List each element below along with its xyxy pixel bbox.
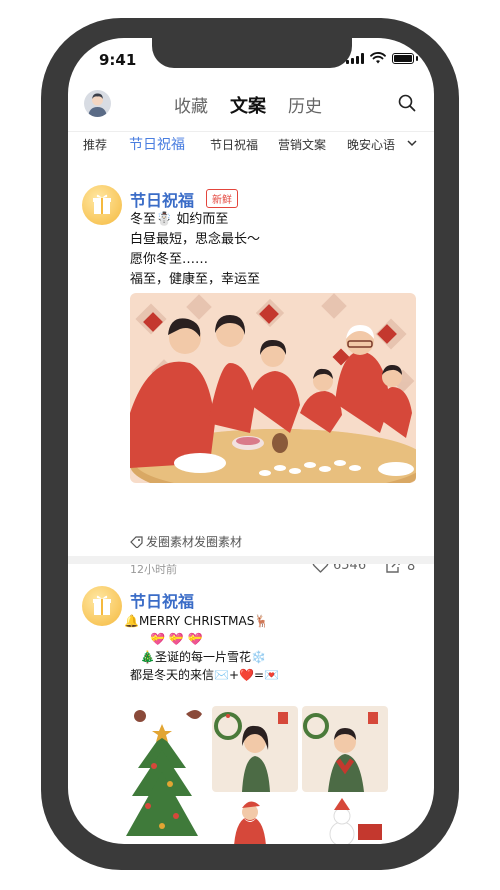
man-portrait-image[interactable] [302,706,388,792]
post-line: 白昼最短，思念最长～ [130,232,261,247]
notch [152,38,352,68]
category-marketing[interactable]: 营销文案 [278,136,326,153]
post-line: 冬至☃️ 如约而至 [130,212,229,227]
post-line: 愿你冬至…… [130,252,209,267]
category-goodnight[interactable]: 晚安心语 [347,136,395,153]
category-holiday-active[interactable]: 节日祝福 [129,134,185,154]
battery-icon [392,52,414,64]
status-time: 9:41 [99,51,137,69]
chevron-down-icon[interactable] [406,137,418,149]
category-holiday[interactable]: 节日祝福 [210,136,258,153]
tag-row[interactable]: 发圈素材发圈素材 [130,533,242,550]
app-screen: 9:41 收藏 文案 历史 推荐 节日祝福 节日祝福 营销文案 晚安心语 节日祝… [68,38,434,844]
top-header: 收藏 文案 历史 [68,88,434,126]
avatar[interactable] [84,90,111,117]
new-badge: 新鲜 [206,189,238,208]
category-bar: 推荐 节日祝福 节日祝福 营销文案 晚安心语 [68,131,434,158]
tab-history[interactable]: 历史 [288,92,322,118]
post-line: 💝 💝 💝 [150,632,203,646]
signal-icon [346,52,364,64]
tab-favorites[interactable]: 收藏 [174,92,208,118]
header-tabs: 收藏 文案 历史 [174,92,322,118]
snowman-image[interactable] [312,796,388,844]
tag-label: 发圈素材发圈素材 [146,535,243,549]
tag-icon [130,535,143,548]
post-line: 都是冬天的来信✉️+❤️=💌 [130,668,279,682]
post-title: 节日祝福 [130,191,195,210]
post-line: 🔔MERRY CHRISTMAS🦌 [124,614,270,628]
status-icons [346,52,418,64]
wifi-icon [370,52,386,64]
post-title: 节日祝福 [130,592,195,611]
battery-cap [416,55,418,61]
gift-icon [82,586,122,626]
tab-copywriting[interactable]: 文案 [230,92,266,118]
family-dumplings-illustration[interactable] [130,293,416,483]
category-recommend[interactable]: 推荐 [83,136,107,153]
woman-portrait-image[interactable] [212,706,298,792]
post-line: 🎄圣诞的每一片雪花❄️ [140,650,266,664]
search-icon[interactable] [398,94,416,112]
divider [68,556,434,564]
post-text: 冬至☃️ 如约而至 白昼最短，思念最长～ 愿你冬至…… 福至，健康至，幸运至 [130,210,260,290]
post-line: 福至，健康至，幸运至 [130,272,261,287]
santa-image[interactable] [214,796,284,844]
christmas-tree-image[interactable] [126,706,206,844]
gift-icon [82,185,122,225]
post-text: 🔔MERRY CHRISTMAS🦌 💝 💝 💝 🎄圣诞的每一片雪花❄️ 都是冬天… [124,612,279,684]
